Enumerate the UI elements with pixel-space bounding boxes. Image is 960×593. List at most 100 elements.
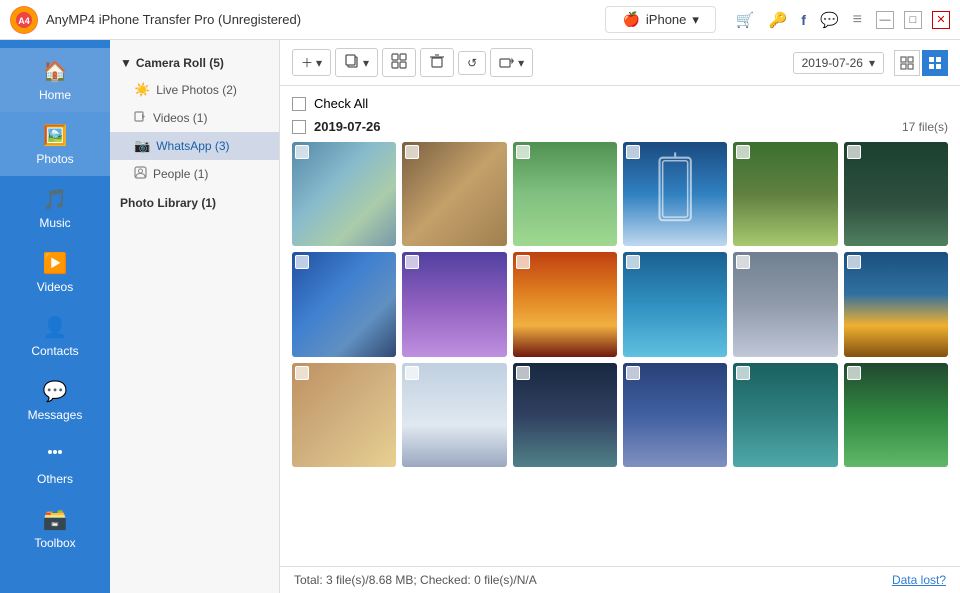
- tree-item-whatsapp[interactable]: 📷 WhatsApp (3): [110, 132, 279, 160]
- date-chevron-icon: ▾: [869, 56, 875, 70]
- photo-thumb[interactable]: [292, 363, 396, 467]
- contacts-icon: 👤: [43, 315, 68, 340]
- sidebar-item-music[interactable]: 🎵 Music: [0, 176, 110, 240]
- videos-label: Videos (1): [153, 111, 207, 125]
- sidebar-item-toolbox[interactable]: 🗃️ Toolbox: [0, 496, 110, 560]
- photo-checkbox[interactable]: [847, 366, 861, 380]
- photo-checkbox[interactable]: [516, 255, 530, 269]
- sidebar-label-toolbox: Toolbox: [34, 536, 75, 550]
- photo-thumb[interactable]: [402, 252, 506, 356]
- device-selector[interactable]: 🍎 iPhone ▾: [605, 6, 715, 33]
- delete-button[interactable]: [420, 48, 454, 77]
- photo-checkbox[interactable]: [626, 366, 640, 380]
- window-buttons: — □ ✕: [876, 11, 950, 29]
- photo-checkbox[interactable]: [295, 255, 309, 269]
- export-button[interactable]: ▾: [490, 48, 533, 77]
- live-photos-icon: ☀️: [134, 82, 150, 98]
- status-text: Total: 3 file(s)/8.68 MB; Checked: 0 fil…: [294, 573, 537, 587]
- video-icon: [134, 110, 147, 126]
- sidebar: 🏠 Home 🖼️ Photos 🎵 Music ▶️ Videos 👤 Con…: [0, 40, 110, 593]
- photo-thumb[interactable]: [844, 363, 948, 467]
- sidebar-label-others: Others: [37, 472, 73, 486]
- sidebar-label-photos: Photos: [36, 152, 73, 166]
- tree-item-videos[interactable]: Videos (1): [110, 104, 279, 132]
- photo-thumb[interactable]: [733, 142, 837, 246]
- cart-icon[interactable]: 🛒: [736, 11, 755, 29]
- photo-checkbox[interactable]: [295, 366, 309, 380]
- date-checkbox[interactable]: [292, 120, 306, 134]
- photo-thumb[interactable]: [733, 363, 837, 467]
- sidebar-item-videos[interactable]: ▶️ Videos: [0, 240, 110, 304]
- tree-item-live-photos[interactable]: ☀️ Live Photos (2): [110, 76, 279, 104]
- photo-checkbox[interactable]: [516, 145, 530, 159]
- data-lost-link[interactable]: Data lost?: [892, 573, 946, 587]
- sidebar-item-home[interactable]: 🏠 Home: [0, 48, 110, 112]
- photo-checkbox[interactable]: [736, 366, 750, 380]
- maximize-button[interactable]: □: [904, 11, 922, 29]
- apple-icon: 🍎: [622, 11, 639, 28]
- messages-icon: 💬: [43, 379, 68, 404]
- photo-thumb[interactable]: [844, 252, 948, 356]
- add-button[interactable]: ＋ ▾: [292, 49, 331, 76]
- add-icon: ＋: [301, 54, 313, 71]
- photo-thumb[interactable]: [292, 142, 396, 246]
- add-chevron: ▾: [316, 56, 322, 70]
- photo-area: Check All 2019-07-26 17 file(s): [280, 86, 960, 566]
- view-grid-button[interactable]: [894, 50, 920, 76]
- transfer-button[interactable]: [382, 48, 416, 77]
- sync-button[interactable]: ↺: [458, 51, 486, 75]
- minimize-button[interactable]: —: [876, 11, 894, 29]
- photo-checkbox[interactable]: [736, 145, 750, 159]
- people-icon: [134, 166, 147, 182]
- photo-thumb[interactable]: [513, 363, 617, 467]
- photo-thumb[interactable]: [623, 252, 727, 356]
- date-selector[interactable]: 2019-07-26 ▾: [793, 52, 884, 74]
- photo-thumb[interactable]: [402, 142, 506, 246]
- photo-thumb[interactable]: [292, 252, 396, 356]
- chat-icon[interactable]: 💬: [820, 11, 839, 29]
- photo-thumb[interactable]: [513, 252, 617, 356]
- view-toggle: [894, 50, 948, 76]
- title-bar: A4 AnyMP4 iPhone Transfer Pro (Unregiste…: [0, 0, 960, 40]
- live-photos-label: Live Photos (2): [156, 83, 237, 97]
- facebook-icon[interactable]: f: [801, 12, 806, 28]
- photo-thumb[interactable]: [844, 142, 948, 246]
- close-button[interactable]: ✕: [932, 11, 950, 29]
- copy-button[interactable]: ▾: [335, 48, 378, 77]
- sidebar-item-others[interactable]: Others: [0, 432, 110, 496]
- sidebar-item-messages[interactable]: 💬 Messages: [0, 368, 110, 432]
- photo-checkbox[interactable]: [736, 255, 750, 269]
- photo-checkbox[interactable]: [847, 145, 861, 159]
- sidebar-item-contacts[interactable]: 👤 Contacts: [0, 304, 110, 368]
- photo-checkbox[interactable]: [405, 145, 419, 159]
- photo-thumb[interactable]: [733, 252, 837, 356]
- photo-thumb[interactable]: [402, 363, 506, 467]
- app-logo: A4: [10, 6, 38, 34]
- key-icon[interactable]: 🔑: [769, 11, 788, 29]
- tree-item-people[interactable]: People (1): [110, 160, 279, 188]
- check-all-row: Check All: [292, 96, 948, 111]
- photo-library-label[interactable]: Photo Library (1): [110, 188, 279, 218]
- people-label: People (1): [153, 167, 208, 181]
- check-all-checkbox[interactable]: [292, 97, 306, 111]
- svg-text:A4: A4: [18, 16, 30, 26]
- photo-checkbox[interactable]: [405, 366, 419, 380]
- photo-thumb[interactable]: [623, 142, 727, 246]
- photo-checkbox[interactable]: [405, 255, 419, 269]
- main-layout: 🏠 Home 🖼️ Photos 🎵 Music ▶️ Videos 👤 Con…: [0, 40, 960, 593]
- photo-checkbox[interactable]: [626, 255, 640, 269]
- camera-roll-header[interactable]: ▼ Camera Roll (5): [110, 50, 279, 76]
- file-count: 17 file(s): [902, 120, 948, 134]
- sidebar-item-photos[interactable]: 🖼️ Photos: [0, 112, 110, 176]
- photo-checkbox[interactable]: [516, 366, 530, 380]
- photo-thumb[interactable]: [513, 142, 617, 246]
- view-large-grid-button[interactable]: [922, 50, 948, 76]
- photo-checkbox[interactable]: [295, 145, 309, 159]
- date-row: 2019-07-26 17 file(s): [292, 119, 948, 134]
- sidebar-label-music: Music: [39, 216, 70, 230]
- photo-checkbox[interactable]: [847, 255, 861, 269]
- photo-checkbox[interactable]: [626, 145, 640, 159]
- content-area: ＋ ▾ ▾: [280, 40, 960, 593]
- photo-thumb[interactable]: [623, 363, 727, 467]
- menu-icon[interactable]: ≡: [853, 11, 862, 29]
